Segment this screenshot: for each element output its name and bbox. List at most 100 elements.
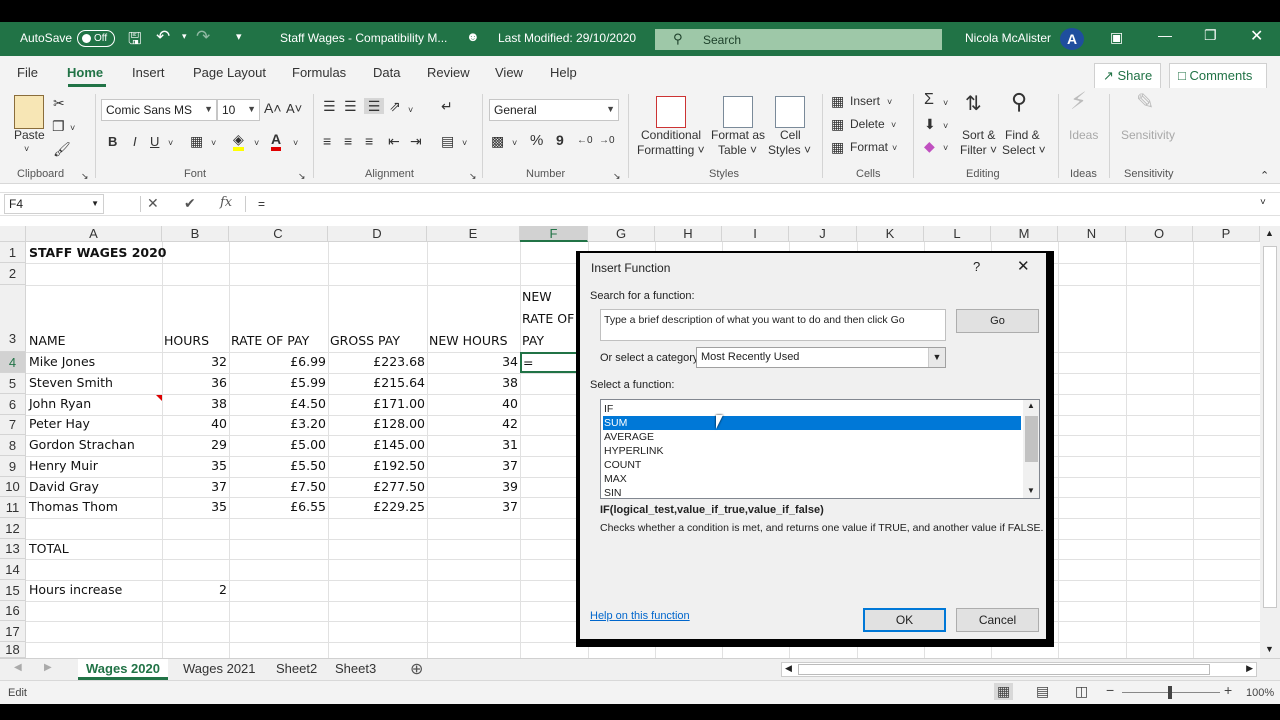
row-header[interactable]: 17 <box>0 621 26 642</box>
format-as-table-button[interactable]: Format as <box>711 128 765 143</box>
scroll-right-icon[interactable]: ▶ <box>1246 663 1253 674</box>
help-on-function-link[interactable]: Help on this function <box>590 610 690 622</box>
share-button[interactable]: ↗ Share <box>1094 63 1162 89</box>
ideas-icon[interactable]: ⚡ <box>1070 90 1087 114</box>
function-item[interactable]: COUNT <box>603 458 1021 472</box>
collapse-ribbon-icon[interactable]: ⌃ <box>1260 168 1269 184</box>
ok-button[interactable]: OK <box>863 608 946 632</box>
column-header[interactable]: G <box>588 226 655 242</box>
avatar[interactable]: A <box>1060 28 1084 50</box>
column-header[interactable]: I <box>722 226 789 242</box>
decrease-indent-icon[interactable]: ⇤ <box>388 133 400 149</box>
scroll-thumb[interactable] <box>798 664 1210 675</box>
sheet-tab-wages-2020[interactable]: Wages 2020 <box>78 659 168 680</box>
delete-dropdown-icon[interactable]: ˅ <box>891 117 896 133</box>
autosave-toggle[interactable]: Off <box>77 30 115 47</box>
undo-dropdown-icon[interactable]: ▾ <box>182 31 187 42</box>
row-header[interactable]: 6 <box>0 394 26 415</box>
prev-sheet-icon[interactable]: ◀ <box>14 662 22 673</box>
tab-help[interactable]: Help <box>550 65 577 80</box>
paste-button[interactable]: Paste <box>14 128 45 143</box>
cell-styles-label2[interactable]: Styles ˅ <box>768 143 811 158</box>
scroll-up-icon[interactable]: ▲ <box>1265 228 1274 238</box>
formula-input[interactable]: = <box>258 197 265 211</box>
increase-indent-icon[interactable]: ⇥ <box>410 133 422 149</box>
add-sheet-icon[interactable]: ⊕ <box>410 659 423 679</box>
function-item[interactable]: MAX <box>603 472 1021 486</box>
align-bottom-icon[interactable]: ☰ <box>364 98 384 114</box>
accounting-format-icon[interactable]: ▩ <box>491 133 504 149</box>
name-box[interactable]: F4 ▼ <box>4 194 104 214</box>
zoom-in-icon[interactable]: + <box>1224 682 1232 698</box>
sensitivity-button[interactable]: Sensitivity <box>1121 128 1175 143</box>
row-header[interactable]: 15 <box>0 580 26 601</box>
cancel-button[interactable]: Cancel <box>956 608 1039 632</box>
enter-formula-icon[interactable]: ✔ <box>184 195 196 212</box>
tab-view[interactable]: View <box>495 65 523 80</box>
format-cells-icon[interactable]: ▦ <box>831 139 844 155</box>
clear-icon[interactable]: ◆ <box>924 138 935 154</box>
align-center-icon[interactable]: ≡ <box>344 133 352 149</box>
function-item[interactable]: AVERAGE <box>603 430 1021 444</box>
bold-button[interactable]: B <box>108 134 117 149</box>
close-window-icon[interactable]: ✕ <box>1250 26 1263 46</box>
clear-dropdown-icon[interactable]: ˅ <box>943 140 948 156</box>
row-header[interactable]: 18 <box>0 642 26 658</box>
find-select-label2[interactable]: Select ˅ <box>1002 143 1046 158</box>
category-select[interactable]: Most Recently Used ▼ <box>696 347 946 368</box>
sheet-tab-sheet3[interactable]: Sheet3 <box>335 659 376 680</box>
paste-icon[interactable] <box>14 95 44 129</box>
autosum-dropdown-icon[interactable]: ˅ <box>943 95 948 111</box>
fill-dropdown-icon[interactable]: ˅ <box>943 118 948 134</box>
redo-icon[interactable]: ↷ <box>196 27 210 47</box>
scroll-thumb[interactable] <box>1025 416 1038 462</box>
scroll-down-icon[interactable]: ▼ <box>1027 486 1035 495</box>
row-header[interactable]: 13 <box>0 539 26 559</box>
scroll-left-icon[interactable]: ◀ <box>785 663 792 674</box>
save-icon[interactable]: 🖫 <box>128 28 142 55</box>
sort-filter-button[interactable]: Sort & <box>962 128 995 143</box>
paste-dropdown-icon[interactable]: ˅ <box>24 142 29 157</box>
function-search-input[interactable]: Type a brief description of what you wan… <box>600 309 946 341</box>
autosum-icon[interactable]: Σ <box>924 92 934 108</box>
clipboard-launcher-icon[interactable]: ↘ <box>81 168 89 184</box>
copy-icon[interactable]: ❐ <box>52 118 65 134</box>
row-header[interactable]: 11 <box>0 497 26 518</box>
underline-dropdown-icon[interactable]: ˅ <box>168 135 173 151</box>
orientation-icon[interactable]: ⇗ <box>389 98 401 114</box>
borders-icon[interactable]: ▦ <box>190 133 203 149</box>
normal-view-icon[interactable]: ▦ <box>994 683 1014 700</box>
horizontal-scrollbar[interactable]: ◀ ▶ <box>781 662 1257 677</box>
active-cell-value[interactable]: = <box>523 354 533 372</box>
minimize-icon[interactable]: — <box>1158 27 1172 43</box>
column-header[interactable]: C <box>229 226 328 242</box>
borders-dropdown-icon[interactable]: ˅ <box>211 135 216 151</box>
font-size-select[interactable]: 10 ▼ <box>217 99 260 121</box>
column-header[interactable]: B <box>162 226 229 242</box>
scroll-up-icon[interactable]: ▲ <box>1027 401 1035 410</box>
column-header[interactable]: M <box>991 226 1058 242</box>
italic-button[interactable]: I <box>133 134 137 149</box>
function-item[interactable]: SIN <box>603 486 1021 498</box>
align-middle-icon[interactable]: ☰ <box>344 98 357 114</box>
merge-center-icon[interactable]: ▤ <box>441 133 454 149</box>
shrink-font-button[interactable]: A˅ <box>286 101 302 116</box>
function-item-selected[interactable]: SUM <box>603 416 1021 430</box>
column-header[interactable]: L <box>924 226 991 242</box>
align-right-icon[interactable]: ≡ <box>365 133 373 149</box>
zoom-out-icon[interactable]: − <box>1106 682 1114 698</box>
column-header[interactable]: E <box>427 226 520 242</box>
function-list[interactable]: IF SUM AVERAGE HYPERLINK COUNT MAX SIN ▲… <box>600 399 1040 499</box>
format-as-table-label2[interactable]: Table ˅ <box>718 143 757 158</box>
font-color-icon[interactable]: A <box>271 131 282 151</box>
wrap-text-icon[interactable]: ↵ <box>441 98 453 114</box>
tab-insert[interactable]: Insert <box>132 65 165 80</box>
column-header[interactable]: J <box>789 226 857 242</box>
sheet-tab-sheet2[interactable]: Sheet2 <box>276 659 317 680</box>
merge-dropdown-icon[interactable]: ˅ <box>462 135 467 151</box>
last-modified[interactable]: Last Modified: 29/10/2020 <box>498 31 636 45</box>
row-header[interactable]: 14 <box>0 559 26 580</box>
tab-data[interactable]: Data <box>373 65 400 80</box>
column-header[interactable]: H <box>655 226 722 242</box>
column-header[interactable]: N <box>1058 226 1126 242</box>
